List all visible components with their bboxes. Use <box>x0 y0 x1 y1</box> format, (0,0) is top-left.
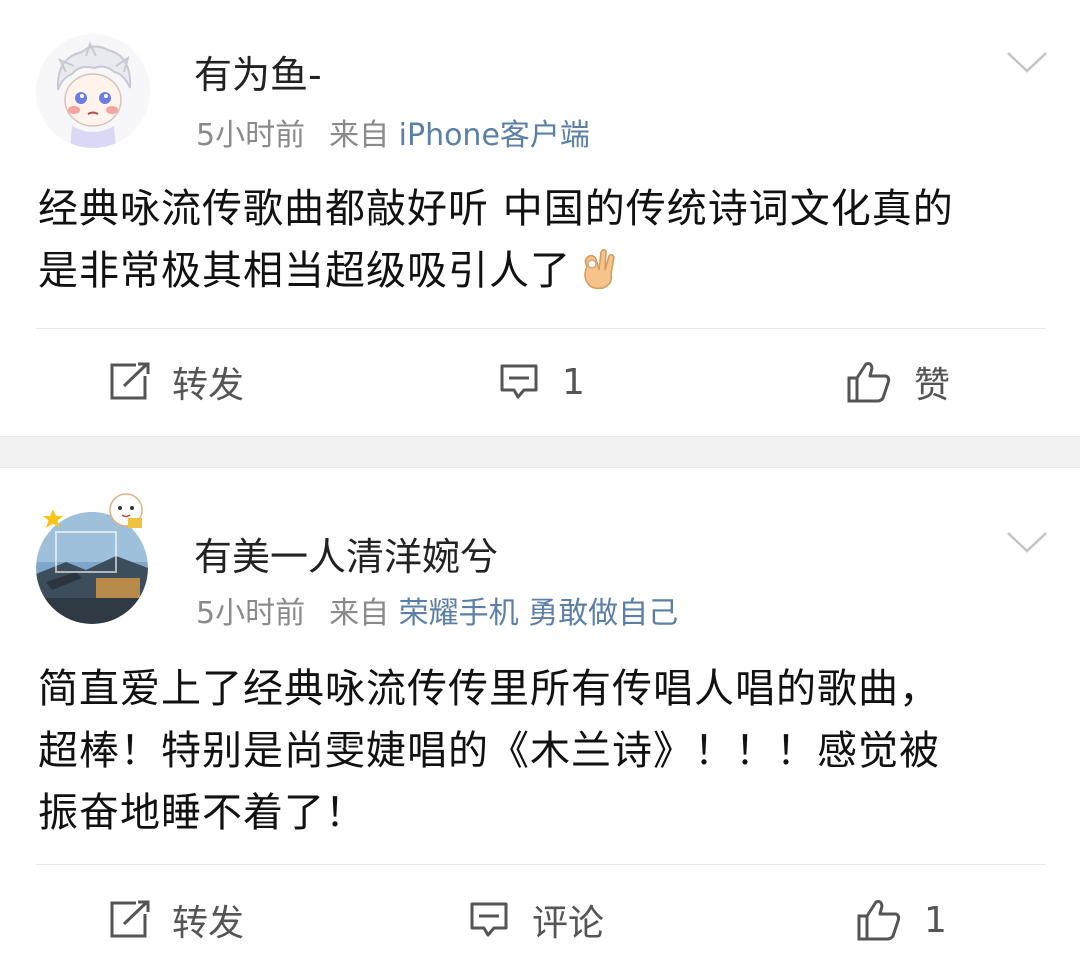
source-link[interactable]: 荣耀手机 勇敢做自己 <box>399 596 679 631</box>
thumbs-up-icon <box>857 900 901 941</box>
post-meta: 5小时前 来自 iPhone客户端 <box>196 110 590 154</box>
post-card: 有美一人清洋婉兮 5小时前 来自 荣耀手机 勇敢做自己 简直爱上了经典咏流传传里所… <box>0 468 1080 967</box>
post-card: 有为鱼- 5小时前 来自 iPhone客户端 经典咏流传歌曲都敲好听 中国的传统诗… <box>0 0 1080 436</box>
content-line: 振奋地睡不着了！ <box>38 790 366 836</box>
post-content: 简直爱上了经典咏流传传里所有传唱人唱的歌曲， 超棒！特别是尚雯婕唱的《木兰诗》！… <box>38 658 1048 844</box>
repost-label: 转发 <box>172 903 245 944</box>
action-bar: 转发 1 赞 <box>0 332 1080 432</box>
repost-label: 转发 <box>172 365 245 406</box>
chevron-down-icon[interactable] <box>1006 50 1048 74</box>
comment-button[interactable]: 1 <box>498 354 585 410</box>
star-badge-icon <box>43 509 63 528</box>
username[interactable]: 有美一人清洋婉兮 <box>194 526 498 581</box>
share-icon <box>110 900 150 938</box>
post-meta: 5小时前 来自 荣耀手机 勇敢做自己 <box>196 588 678 632</box>
comment-label: 评论 <box>532 903 605 944</box>
comment-button[interactable]: 评论 <box>468 892 604 948</box>
content-line: 超棒！特别是尚雯婕唱的《木兰诗》！！！感觉被 <box>38 728 940 774</box>
post-content: 经典咏流传歌曲都敲好听 中国的传统诗词文化真的 是非常极其相当超级吸引人了 <box>38 178 1048 302</box>
post-separator <box>0 436 1080 468</box>
repost-button[interactable]: 转发 <box>108 892 244 948</box>
like-label: 赞 <box>914 365 951 406</box>
username[interactable]: 有为鱼- <box>194 44 322 99</box>
from-label: 来自 <box>329 596 390 631</box>
comment-icon <box>470 902 508 937</box>
divider <box>36 328 1046 329</box>
like-button[interactable]: 1 <box>856 892 947 948</box>
avatar-illustration <box>36 34 150 148</box>
like-button[interactable]: 赞 <box>846 354 950 410</box>
share-icon <box>110 362 150 400</box>
chevron-down-icon[interactable] <box>1006 530 1048 554</box>
comment-icon <box>500 364 538 399</box>
action-bar: 转发 评论 1 <box>0 870 1080 970</box>
ok-hand-emoji-icon <box>584 248 615 290</box>
cat-badge-icon <box>109 493 143 528</box>
post-time: 5小时前 <box>196 118 306 153</box>
from-label: 来自 <box>329 118 390 153</box>
post-time: 5小时前 <box>196 596 306 631</box>
content-line: 是非常极其相当超级吸引人了 <box>38 248 571 294</box>
content-line: 简直爱上了经典咏流传传里所有传唱人唱的歌曲， <box>38 666 940 712</box>
content-line: 经典咏流传歌曲都敲好听 中国的传统诗词文化真的 <box>38 186 954 232</box>
content-line-with-emoji: 是非常极其相当超级吸引人了 <box>38 240 1048 302</box>
comment-count: 1 <box>562 361 585 403</box>
repost-button[interactable]: 转发 <box>108 354 244 410</box>
divider <box>36 864 1046 865</box>
like-count: 1 <box>924 899 947 941</box>
source-link[interactable]: iPhone客户端 <box>399 118 590 153</box>
thumbs-up-icon <box>847 362 891 403</box>
user-avatar[interactable] <box>36 34 150 148</box>
